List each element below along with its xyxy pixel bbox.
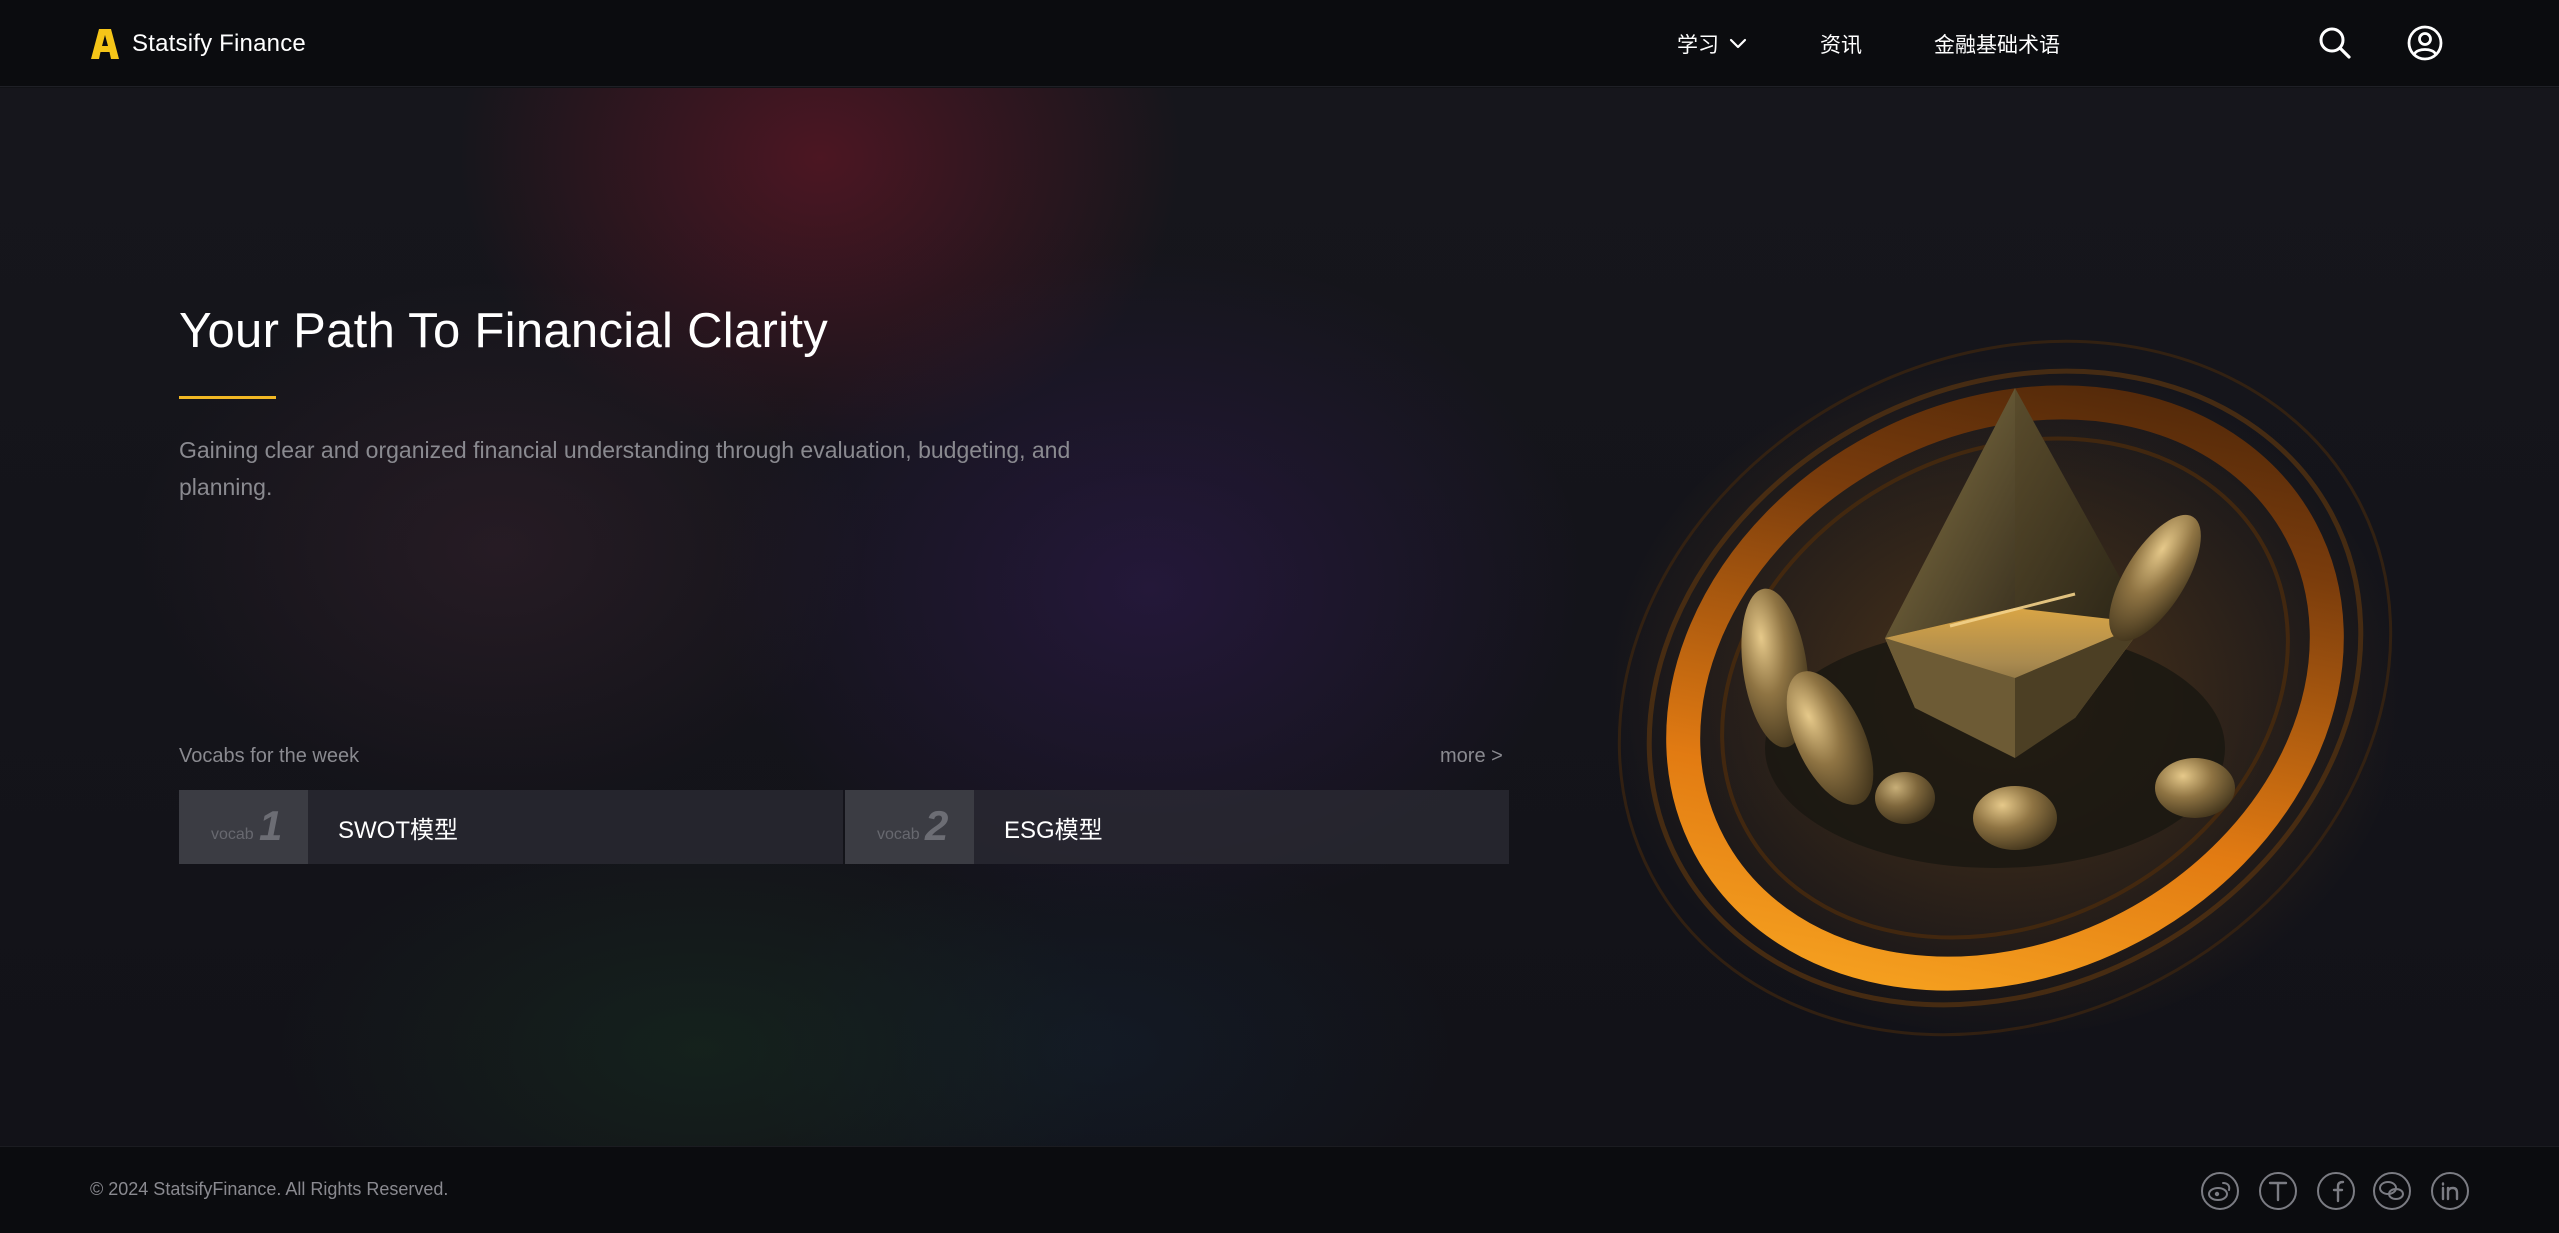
wechat-icon[interactable]: [2372, 1171, 2412, 1211]
vocab-card-2[interactable]: vocab 2 ESG模型: [845, 790, 1509, 864]
vocab-more-link[interactable]: more >: [1440, 745, 1503, 768]
site-footer: © 2024 StatsifyFinance. All Rights Reser…: [0, 1146, 2559, 1233]
nav-learn-item[interactable]: 学习: [1677, 29, 1747, 59]
vocab-prefix: vocab: [877, 826, 920, 843]
linkedin-icon[interactable]: [2430, 1171, 2470, 1211]
brand-logo-link[interactable]: Statsify Finance: [90, 24, 306, 64]
facebook-icon[interactable]: [2316, 1171, 2356, 1211]
title-accent-rule: [179, 396, 276, 399]
vocab-card-1[interactable]: vocab 1 SWOT模型: [179, 790, 843, 864]
hero-subtitle: Gaining clear and organized financial un…: [179, 437, 1071, 500]
hero-title: Your Path To Financial Clarity: [179, 304, 829, 358]
vocab-term: ESG模型: [1004, 816, 1103, 844]
nav-news-link[interactable]: 资讯: [1820, 24, 1862, 64]
vocab-number: 1: [259, 802, 283, 849]
vocab-badge: vocab 2: [845, 790, 974, 864]
top-navigation-bar: Statsify Finance 学习 资讯 金融基础术语: [0, 0, 2559, 87]
toutiao-icon[interactable]: [2258, 1171, 2298, 1211]
nav-glossary-label[interactable]: 金融基础术语: [1934, 29, 2060, 59]
vocab-section-heading: Vocabs for the week: [179, 745, 360, 767]
vocab-term: SWOT模型: [338, 816, 458, 844]
nav-learn-dropdown[interactable]: 学习: [1677, 24, 1747, 64]
nav-news-label[interactable]: 资讯: [1820, 29, 1862, 59]
page: Statsify Finance 学习 资讯 金融基础术语 Your Path …: [0, 0, 2559, 1233]
vocab-prefix: vocab: [211, 826, 254, 843]
chevron-down-icon: [1729, 38, 1747, 49]
copyright-text: © 2024 StatsifyFinance. All Rights Reser…: [90, 1179, 449, 1199]
vocab-number: 2: [925, 802, 949, 849]
brand-name: Statsify Finance: [132, 30, 306, 57]
weibo-icon[interactable]: [2200, 1171, 2240, 1211]
yellow-a-logo-icon: [91, 29, 119, 59]
hero-section: Your Path To Financial Clarity Gaining c…: [0, 88, 2559, 1146]
search-icon[interactable]: [2316, 24, 2354, 62]
nav-glossary-link[interactable]: 金融基础术语: [1934, 24, 2060, 64]
golden-pyramid-hand-illustration: [1605, 339, 2405, 1038]
nav-learn-label: 学习: [1677, 34, 1719, 57]
vocab-badge: vocab 1: [179, 790, 308, 864]
user-account-icon[interactable]: [2406, 24, 2444, 62]
